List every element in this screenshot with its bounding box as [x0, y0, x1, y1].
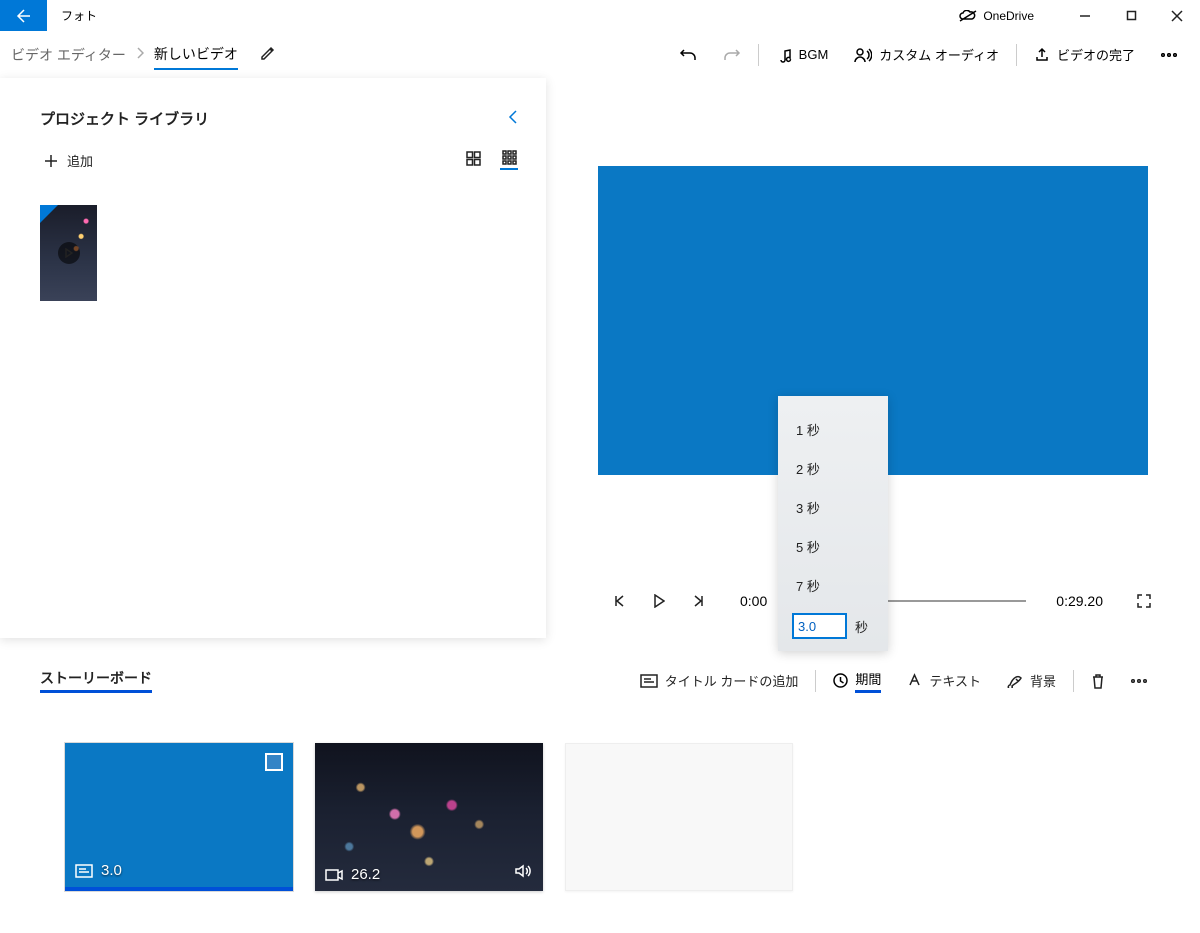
breadcrumb-project[interactable]: 新しいビデオ	[154, 40, 238, 70]
next-frame-button[interactable]	[690, 594, 708, 608]
selection-checkbox[interactable]	[265, 753, 283, 771]
add-media-button[interactable]: 追加	[44, 151, 93, 170]
storyboard-section: ストーリーボード タイトル カードの追加 期間 テキスト 背景	[0, 648, 1200, 891]
redo-button[interactable]	[710, 35, 754, 75]
duration-label: 期間	[855, 669, 881, 693]
toolbar: ビデオ エディター 新しいビデオ BGM カスタム オーディオ ビデオの完了	[0, 31, 1200, 78]
onedrive-label: OneDrive	[983, 9, 1034, 23]
duration-input[interactable]	[792, 613, 847, 639]
chevron-left-icon	[508, 109, 518, 125]
divider	[758, 44, 759, 66]
duration-unit: 秒	[855, 617, 868, 636]
storyboard-clip-title[interactable]: 3.0	[65, 743, 293, 891]
custom-audio-label: カスタム オーディオ	[879, 45, 999, 64]
delete-button[interactable]	[1078, 673, 1118, 689]
duration-option[interactable]: 1 秒	[778, 410, 888, 449]
library-title: プロジェクト ライブラリ	[40, 108, 209, 129]
storyboard-title: ストーリーボード	[40, 668, 152, 693]
cloud-off-icon	[959, 10, 977, 22]
play-button[interactable]	[650, 594, 668, 608]
duration-popup: 1 秒 2 秒 3 秒 5 秒 7 秒 秒	[778, 396, 888, 651]
maximize-button[interactable]	[1108, 0, 1154, 31]
divider	[1073, 670, 1074, 692]
trash-icon	[1091, 673, 1105, 689]
storyboard-more-button[interactable]	[1118, 679, 1160, 683]
add-label: 追加	[67, 151, 93, 170]
divider	[1016, 44, 1017, 66]
background-button[interactable]: 背景	[994, 671, 1069, 690]
storyboard-clip-video[interactable]: 26.2	[315, 743, 543, 891]
time-current: 0:00	[740, 593, 767, 609]
duration-button[interactable]: 期間	[820, 669, 894, 693]
export-icon	[1034, 47, 1050, 63]
ellipsis-icon	[1161, 53, 1177, 57]
pencil-icon	[260, 45, 276, 61]
collapse-library-button[interactable]	[508, 109, 518, 128]
music-icon	[776, 47, 792, 63]
audio-icon	[515, 864, 531, 881]
undo-icon	[679, 46, 697, 64]
title-card-icon	[640, 674, 658, 688]
divider	[815, 670, 816, 692]
onedrive-status[interactable]: OneDrive	[959, 9, 1034, 23]
title-bar: フォト OneDrive	[0, 0, 1200, 31]
ellipsis-icon	[1131, 679, 1147, 683]
undo-button[interactable]	[666, 35, 710, 75]
clip-duration: 26.2	[351, 866, 380, 883]
breadcrumb-root[interactable]: ビデオ エディター	[11, 41, 126, 69]
add-title-card-button[interactable]: タイトル カードの追加	[627, 671, 812, 690]
storyboard-clip-empty[interactable]	[565, 743, 793, 891]
view-small-button[interactable]	[500, 152, 518, 170]
bgm-button[interactable]: BGM	[763, 35, 842, 75]
title-card-icon	[75, 864, 93, 878]
plus-icon	[44, 154, 58, 168]
prev-frame-button[interactable]	[610, 594, 628, 608]
background-label: 背景	[1030, 671, 1056, 690]
view-large-button[interactable]	[464, 152, 482, 170]
rename-button[interactable]	[260, 45, 276, 64]
chevron-right-icon	[136, 47, 144, 62]
play-overlay-icon	[58, 242, 80, 264]
duration-option[interactable]: 5 秒	[778, 527, 888, 566]
duration-option[interactable]: 3 秒	[778, 488, 888, 527]
text-button[interactable]: テキスト	[894, 671, 994, 690]
clip-duration: 3.0	[101, 862, 122, 879]
close-button[interactable]	[1154, 0, 1200, 31]
video-icon	[325, 869, 343, 881]
custom-audio-button[interactable]: カスタム オーディオ	[841, 35, 1012, 75]
app-title: フォト	[61, 7, 97, 24]
person-audio-icon	[854, 47, 872, 63]
grid-3x3-icon	[502, 150, 517, 165]
text-icon	[907, 673, 922, 688]
fullscreen-button[interactable]	[1135, 593, 1153, 609]
paint-icon	[1007, 673, 1023, 688]
project-library-panel: プロジェクト ライブラリ 追加	[0, 78, 546, 638]
redo-icon	[723, 46, 741, 64]
finish-video-button[interactable]: ビデオの完了	[1021, 35, 1148, 75]
clock-icon	[833, 673, 848, 688]
text-label: テキスト	[929, 671, 981, 690]
grid-2x2-icon	[466, 151, 481, 166]
library-item[interactable]	[40, 205, 97, 301]
back-button[interactable]	[0, 0, 47, 31]
minimize-button[interactable]	[1062, 0, 1108, 31]
bgm-label: BGM	[799, 47, 829, 62]
time-total: 0:29.20	[1056, 593, 1103, 609]
more-button[interactable]	[1148, 35, 1190, 75]
duration-option[interactable]: 7 秒	[778, 566, 888, 605]
breadcrumb: ビデオ エディター 新しいビデオ	[10, 40, 238, 70]
finish-label: ビデオの完了	[1057, 45, 1135, 64]
add-title-card-label: タイトル カードの追加	[665, 671, 799, 690]
duration-option[interactable]: 2 秒	[778, 449, 888, 488]
